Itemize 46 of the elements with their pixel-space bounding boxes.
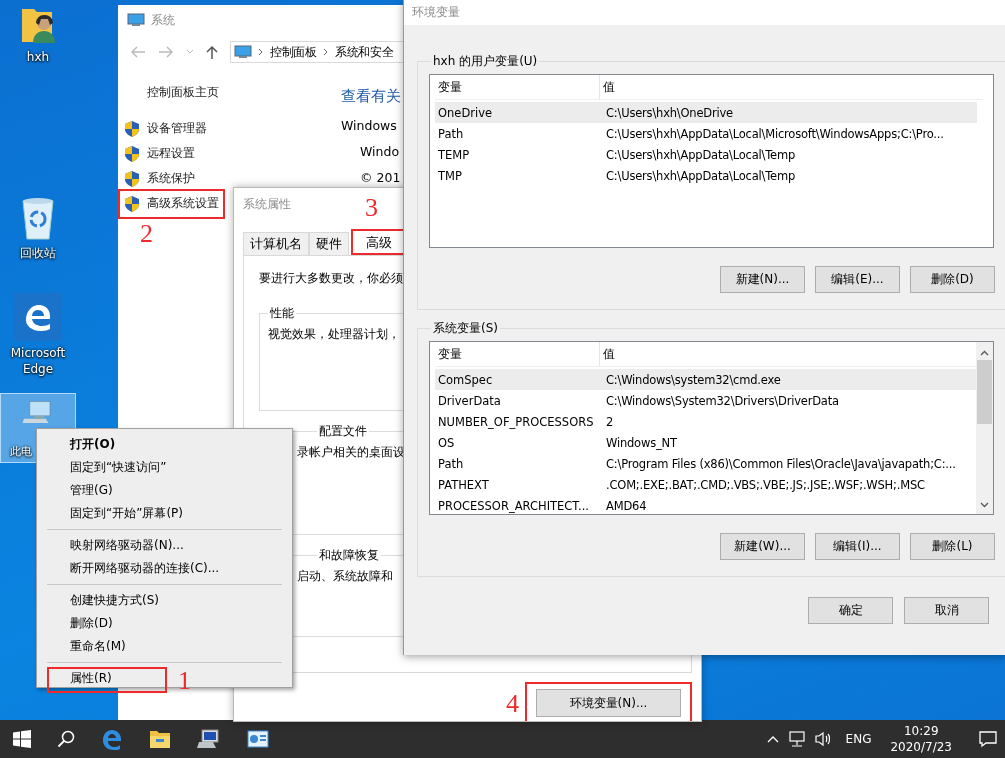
step-number: 2	[140, 221, 153, 247]
desktop-icon-label: 此电	[10, 444, 32, 460]
instruction-text: 要进行大多数更改，你必须	[259, 270, 404, 287]
info-text: © 201	[360, 170, 401, 185]
step-number: 3	[365, 195, 378, 221]
group-title: hxh 的用户变量(U)	[432, 53, 539, 70]
variable-name: OS	[437, 435, 456, 450]
dialog-title: 环境变量	[412, 4, 460, 21]
variable-value: C:\Users\hxh\AppData\Local\Temp	[606, 168, 796, 183]
variable-name: TMP	[437, 168, 463, 183]
group-title: 配置文件	[318, 423, 368, 440]
variable-value: C:\Users\hxh\AppData\Local\Temp	[606, 147, 796, 162]
group-title: 系统变量(S)	[432, 320, 499, 337]
group-title: 和故障恢复	[318, 547, 380, 564]
dialog-title: 系统属性	[243, 195, 291, 213]
group-description: 启动、系统故障和	[297, 569, 393, 583]
group-description: 视觉效果，处理器计划，	[268, 327, 400, 341]
variable-value: C:\Windows\system32\cmd.exe	[606, 372, 781, 387]
variable-value: 2	[606, 414, 614, 429]
variable-name: Path	[437, 126, 465, 141]
desktop-icon-label: 回收站	[19, 245, 57, 261]
variable-value: AMD64	[606, 498, 647, 513]
window-title: 系统	[151, 11, 175, 29]
variable-value: .COM;.EXE;.BAT;.CMD;.VBS;.VBE;.JS;.JSE;.WSF;.WSH;.MSC	[606, 477, 925, 492]
variable-value: Windows_NT	[606, 435, 677, 450]
group-description: 录帐户相关的桌面设	[297, 445, 405, 459]
variable-name: DriverData	[437, 393, 502, 408]
variable-value: C:\Users\hxh\OneDrive	[606, 105, 733, 120]
variable-value: C:\Users\hxh\AppData\Local\Microsoft\WindowsApps;C:\Pro...	[606, 126, 944, 141]
desktop-icon-label: hxh	[25, 49, 51, 65]
variable-value: C:\Program Files (x86)\Common Files\Oracle\Java\javapath;C:...	[606, 456, 956, 471]
info-text: Windows	[341, 118, 398, 133]
group-title: 性能	[269, 305, 295, 322]
variable-name: PROCESSOR_ARCHITECT...	[437, 498, 590, 513]
page-heading: 查看有关	[341, 87, 401, 106]
variable-name: TEMP	[437, 147, 471, 162]
variable-name: OneDrive	[437, 105, 494, 120]
variable-name: NUMBER_OF_PROCESSORS	[437, 414, 595, 429]
variable-name: PATHEXT	[437, 477, 490, 492]
step-number: 1	[178, 668, 191, 694]
variable-value: C:\Windows\System32\Drivers\DriverData	[606, 393, 839, 408]
step-number: 4	[506, 691, 519, 717]
variable-name: ComSpec	[437, 372, 494, 387]
info-text: Windo	[360, 144, 401, 159]
variable-name: Path	[437, 456, 465, 471]
desktop-icon-label: Microsoft Edge	[9, 345, 67, 377]
